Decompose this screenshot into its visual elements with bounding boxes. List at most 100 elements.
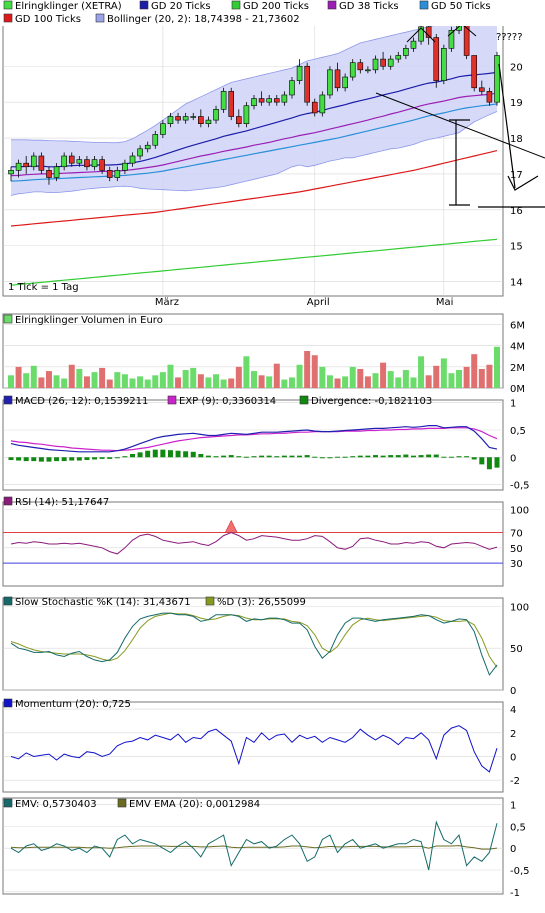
- divergence-bar: [479, 457, 485, 465]
- divergence-bar: [69, 457, 75, 461]
- candle-body: [129, 155, 136, 164]
- annotation-text: ?????: [496, 32, 523, 43]
- volume-tick-label: 0M: [510, 384, 525, 395]
- volume-bar: [91, 372, 98, 388]
- volume-bar: [99, 367, 106, 388]
- divergence-bar: [388, 455, 394, 458]
- candle-body: [15, 162, 22, 171]
- divergence-bar: [8, 457, 14, 460]
- divergence-bar: [464, 456, 470, 458]
- volume-bar: [197, 374, 204, 388]
- emv-tick-label: 0: [510, 844, 516, 855]
- divergence-bar: [236, 456, 242, 458]
- stoch-legend-label: %D (3): 26,55099: [217, 597, 306, 608]
- macd-panel-frame: [2, 399, 504, 491]
- divergence-bar: [304, 455, 310, 458]
- divergence-bar: [418, 455, 424, 458]
- divergence-bar: [289, 455, 295, 458]
- divergence-bar: [122, 456, 128, 458]
- candle-body: [380, 58, 386, 67]
- emv-tick-label: -0,5: [510, 866, 530, 877]
- emv-legend-label: EMV EMA (20): 0,0012984: [129, 799, 260, 810]
- volume-bar: [342, 376, 349, 388]
- month-label: Mai: [436, 297, 454, 308]
- divergence-bar: [23, 457, 29, 462]
- candle-body: [433, 37, 440, 81]
- divergence-bar: [281, 455, 287, 458]
- divergence-bar: [76, 457, 82, 461]
- emv-tick-label: 0,5: [510, 822, 526, 833]
- price-legend-swatch: [419, 0, 429, 10]
- divergence-bar: [259, 455, 265, 458]
- price-tick-label: 17: [510, 170, 523, 181]
- price-legend-swatch: [3, 13, 13, 23]
- divergence-bar: [137, 452, 143, 458]
- volume-bar: [235, 366, 242, 388]
- stoch-panel-frame: [2, 597, 504, 691]
- candle-body: [258, 98, 265, 103]
- price-legend-swatch: [327, 0, 337, 10]
- divergence-bar: [130, 454, 135, 458]
- volume-bar: [326, 375, 333, 388]
- volume-bar: [296, 364, 303, 388]
- divergence-bar: [160, 449, 166, 458]
- volume-bar: [228, 378, 235, 388]
- volume-bar: [319, 366, 326, 388]
- divergence-bar: [441, 456, 447, 458]
- candle-body: [122, 162, 128, 171]
- divergence-bar: [84, 457, 90, 460]
- volume-bar: [121, 374, 128, 388]
- divergence-bar: [319, 457, 325, 459]
- divergence-bar: [312, 456, 318, 458]
- divergence-bar: [266, 455, 272, 458]
- candle-body: [30, 155, 37, 168]
- price-legend-label: GD 20 Ticks: [151, 1, 211, 12]
- momentum-legend-swatch: [3, 698, 13, 708]
- candle-body: [53, 166, 60, 178]
- divergence-bar: [198, 454, 204, 458]
- divergence-bar: [433, 454, 439, 458]
- volume-bar: [30, 365, 37, 388]
- month-label: März: [155, 297, 179, 308]
- price-tick-label: 15: [510, 242, 523, 253]
- divergence-bar: [327, 457, 333, 459]
- emv-legend-label: EMV: 0,5730403: [15, 799, 97, 810]
- divergence-bar: [145, 450, 151, 458]
- candle-body: [441, 48, 447, 81]
- divergence-bar: [61, 457, 67, 462]
- volume-bar: [273, 363, 280, 388]
- divergence-bar: [183, 451, 189, 458]
- volume-bar: [311, 355, 318, 388]
- macd-legend-swatch: [167, 395, 177, 405]
- momentum-tick-label: 2: [510, 729, 516, 740]
- divergence-bar: [410, 455, 416, 458]
- candle-body: [273, 98, 280, 103]
- macd-tick-label: 1: [510, 399, 516, 410]
- divergence-bar: [99, 457, 105, 459]
- divergence-bar: [190, 451, 196, 458]
- emv-legend-swatch: [117, 798, 127, 808]
- divergence-bar: [152, 449, 158, 458]
- stoch-legend-swatch: [3, 596, 13, 606]
- month-label: April: [307, 297, 330, 308]
- candle-body: [76, 159, 83, 164]
- price-legend-swatch: [95, 13, 105, 23]
- divergence-bar: [107, 457, 113, 459]
- candle-body: [342, 76, 348, 89]
- volume-bar: [68, 364, 75, 388]
- divergence-bar: [494, 457, 500, 468]
- candle-body: [243, 105, 250, 124]
- candle-body: [220, 91, 227, 110]
- divergence-bar: [16, 457, 22, 461]
- volume-bar: [364, 376, 371, 388]
- volume-bar: [357, 368, 364, 388]
- rsi-tick-label: 70: [510, 529, 523, 540]
- price-legend-label: Elringklinger (XETRA): [15, 1, 122, 12]
- volume-tick-label: 2M: [510, 363, 525, 374]
- volume-bar: [281, 379, 288, 388]
- candle-body: [213, 109, 219, 121]
- candle-body: [152, 134, 159, 146]
- candle-body: [137, 148, 143, 157]
- price-legend-label: GD 50 Ticks: [431, 1, 491, 12]
- candle-body: [403, 48, 409, 56]
